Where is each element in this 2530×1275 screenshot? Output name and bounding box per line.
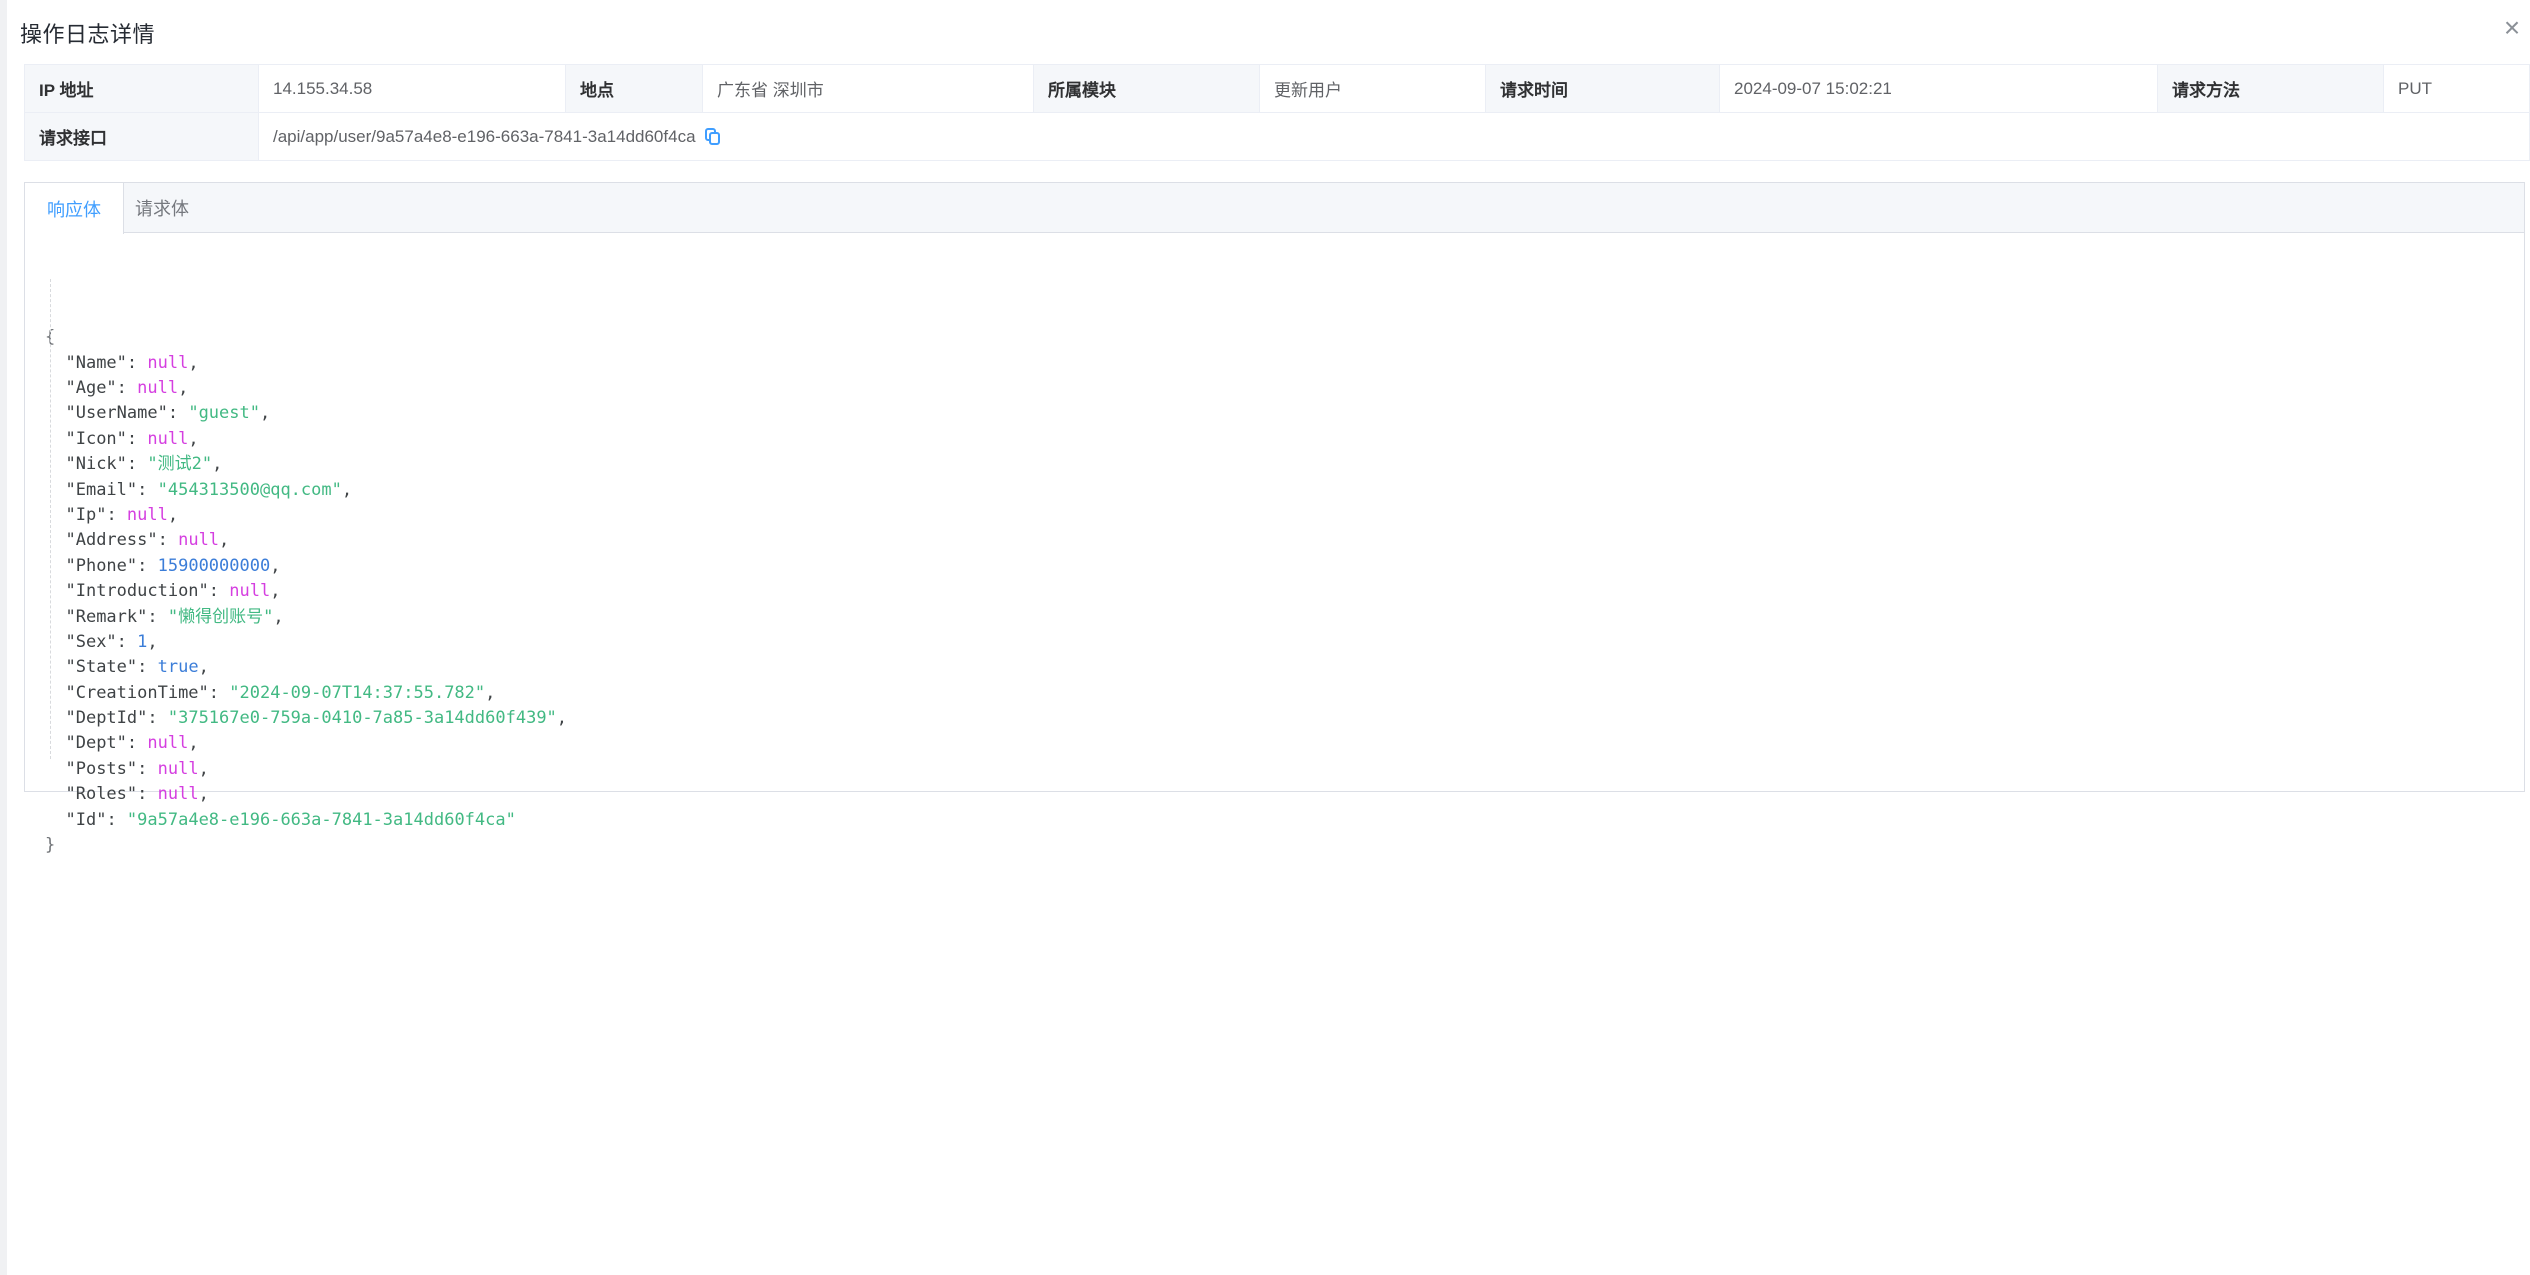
json-line: { [45,325,567,350]
info-value-text: 14.155.34.58 [273,79,372,99]
info-label-cell: 地点 [566,65,703,113]
close-icon[interactable]: × [2495,12,2529,46]
json-line: "Dept": null, [45,731,567,756]
json-viewer: { "Name": null, "Age": null, "UserName":… [45,249,567,858]
info-value-cell: /api/app/user/9a57a4e8-e196-663a-7841-3a… [259,113,2530,161]
json-line: "Remark": "懒得创账号", [45,605,567,630]
info-label-cell: 请求时间 [1486,65,1720,113]
json-line: "Phone": 15900000000, [45,554,567,579]
info-value-text: 广东省 深圳市 [717,76,824,101]
dialog-title: 操作日志详情 [20,17,155,49]
json-line: "Address": null, [45,528,567,553]
info-value-cell: PUT [2384,65,2530,113]
info-label-cell: 请求方法 [2158,65,2384,113]
info-value-cell: 14.155.34.58 [259,65,566,113]
tab-bar: 响应体请求体 [25,183,2524,233]
json-line: "CreationTime": "2024-09-07T14:37:55.782… [45,681,567,706]
body-tabs: 响应体请求体 { "Name": null, "Age": null, "Use… [24,182,2525,792]
json-line: } [45,833,567,858]
json-line: "DeptId": "375167e0-759a-0410-7a85-3a14d… [45,706,567,731]
info-value-cell: 更新用户 [1260,65,1486,113]
json-line: "Id": "9a57a4e8-e196-663a-7841-3a14dd60f… [45,808,567,833]
dialog-header: 操作日志详情 × [0,0,2530,60]
info-value-text: /api/app/user/9a57a4e8-e196-663a-7841-3a… [273,127,696,147]
json-line: "State": true, [45,655,567,680]
info-value-text: PUT [2398,79,2432,99]
info-label-cell: 请求接口 [25,113,259,161]
table-row: IP 地址 14.155.34.58 地点广东省 深圳市 所属模块更新用户 请求时间 20… [25,65,2530,113]
json-line: "Introduction": null, [45,579,567,604]
json-line: "Icon": null, [45,427,567,452]
page-left-edge [0,0,7,1275]
json-line: "Age": null, [45,376,567,401]
table-row: 请求接口/api/app/user/9a57a4e8-e196-663a-784… [25,113,2530,161]
json-line: "UserName": "guest", [45,401,567,426]
json-indent-guide [50,279,51,759]
info-value-cell: 广东省 深圳市 [703,65,1034,113]
json-line: "Nick": "测试2", [45,452,567,477]
json-line: "Name": null, [45,351,567,376]
json-line: "Roles": null, [45,782,567,807]
copy-icon[interactable] [705,128,720,146]
tab-response-body[interactable]: 响应体 [25,183,124,234]
json-line: "Email": "454313500@qq.com", [45,478,567,503]
tab-request-body[interactable]: 请求体 [124,183,200,233]
info-value-text: 更新用户 [1274,76,1342,101]
json-line: "Ip": null, [45,503,567,528]
json-line: "Posts": null, [45,757,567,782]
info-label-cell: IP 地址 [25,65,259,113]
json-line: "Sex": 1, [45,630,567,655]
info-label-cell: 所属模块 [1034,65,1260,113]
info-value-cell: 2024-09-07 15:02:21 [1720,65,2158,113]
operation-log-detail-dialog: 操作日志详情 × IP 地址 14.155.34.58 地点广东省 深圳市 所属模块更… [0,0,2530,1275]
log-info-table: IP 地址 14.155.34.58 地点广东省 深圳市 所属模块更新用户 请求时间 20… [24,64,2530,161]
info-value-text: 2024-09-07 15:02:21 [1734,79,1892,99]
